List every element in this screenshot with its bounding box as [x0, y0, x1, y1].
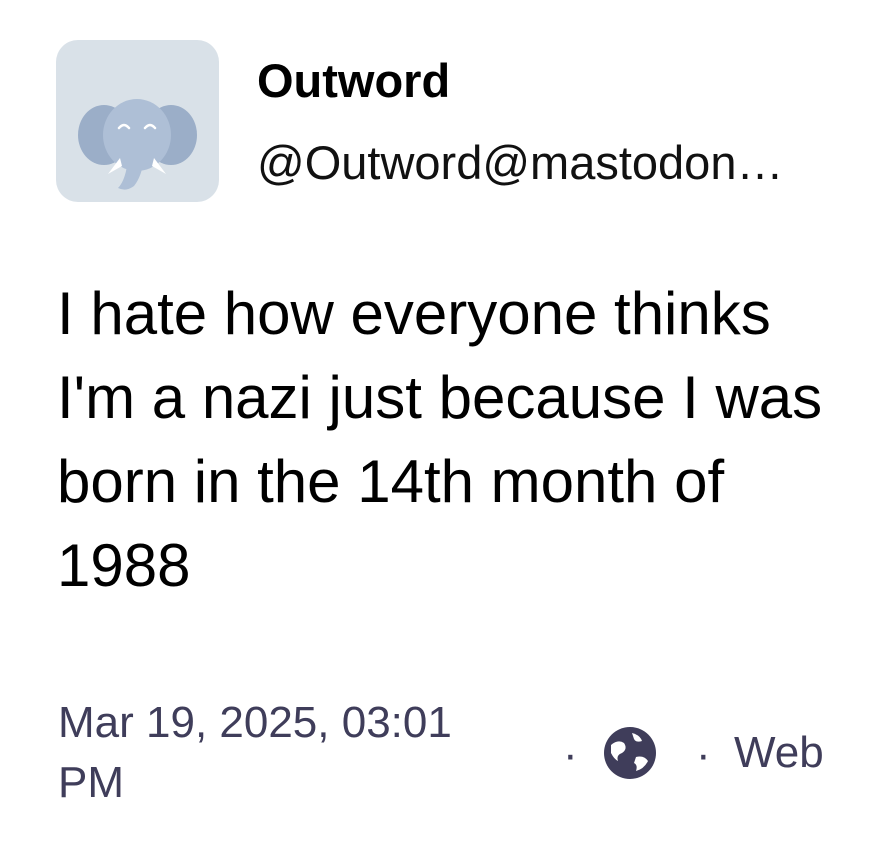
mastodon-elephant-icon [78, 99, 197, 190]
application-name: Web [734, 728, 824, 777]
post-card: Outword @Outword@mastodon… I hate how ev… [0, 0, 878, 841]
author-handle[interactable]: @Outword@mastodon… [257, 136, 832, 190]
meta-separator: · [563, 730, 578, 779]
avatar[interactable] [56, 40, 219, 202]
post-timestamp[interactable]: Mar 19, 2025, 03:01 PM [58, 693, 518, 813]
author-display-name[interactable]: Outword [257, 54, 450, 108]
globe-icon [604, 727, 656, 779]
post-meta: Mar 19, 2025, 03:01 PM · · Web [58, 693, 848, 813]
meta-separator: · [696, 730, 711, 779]
post-content: I hate how everyone thinks I'm a nazi ju… [57, 280, 823, 599]
